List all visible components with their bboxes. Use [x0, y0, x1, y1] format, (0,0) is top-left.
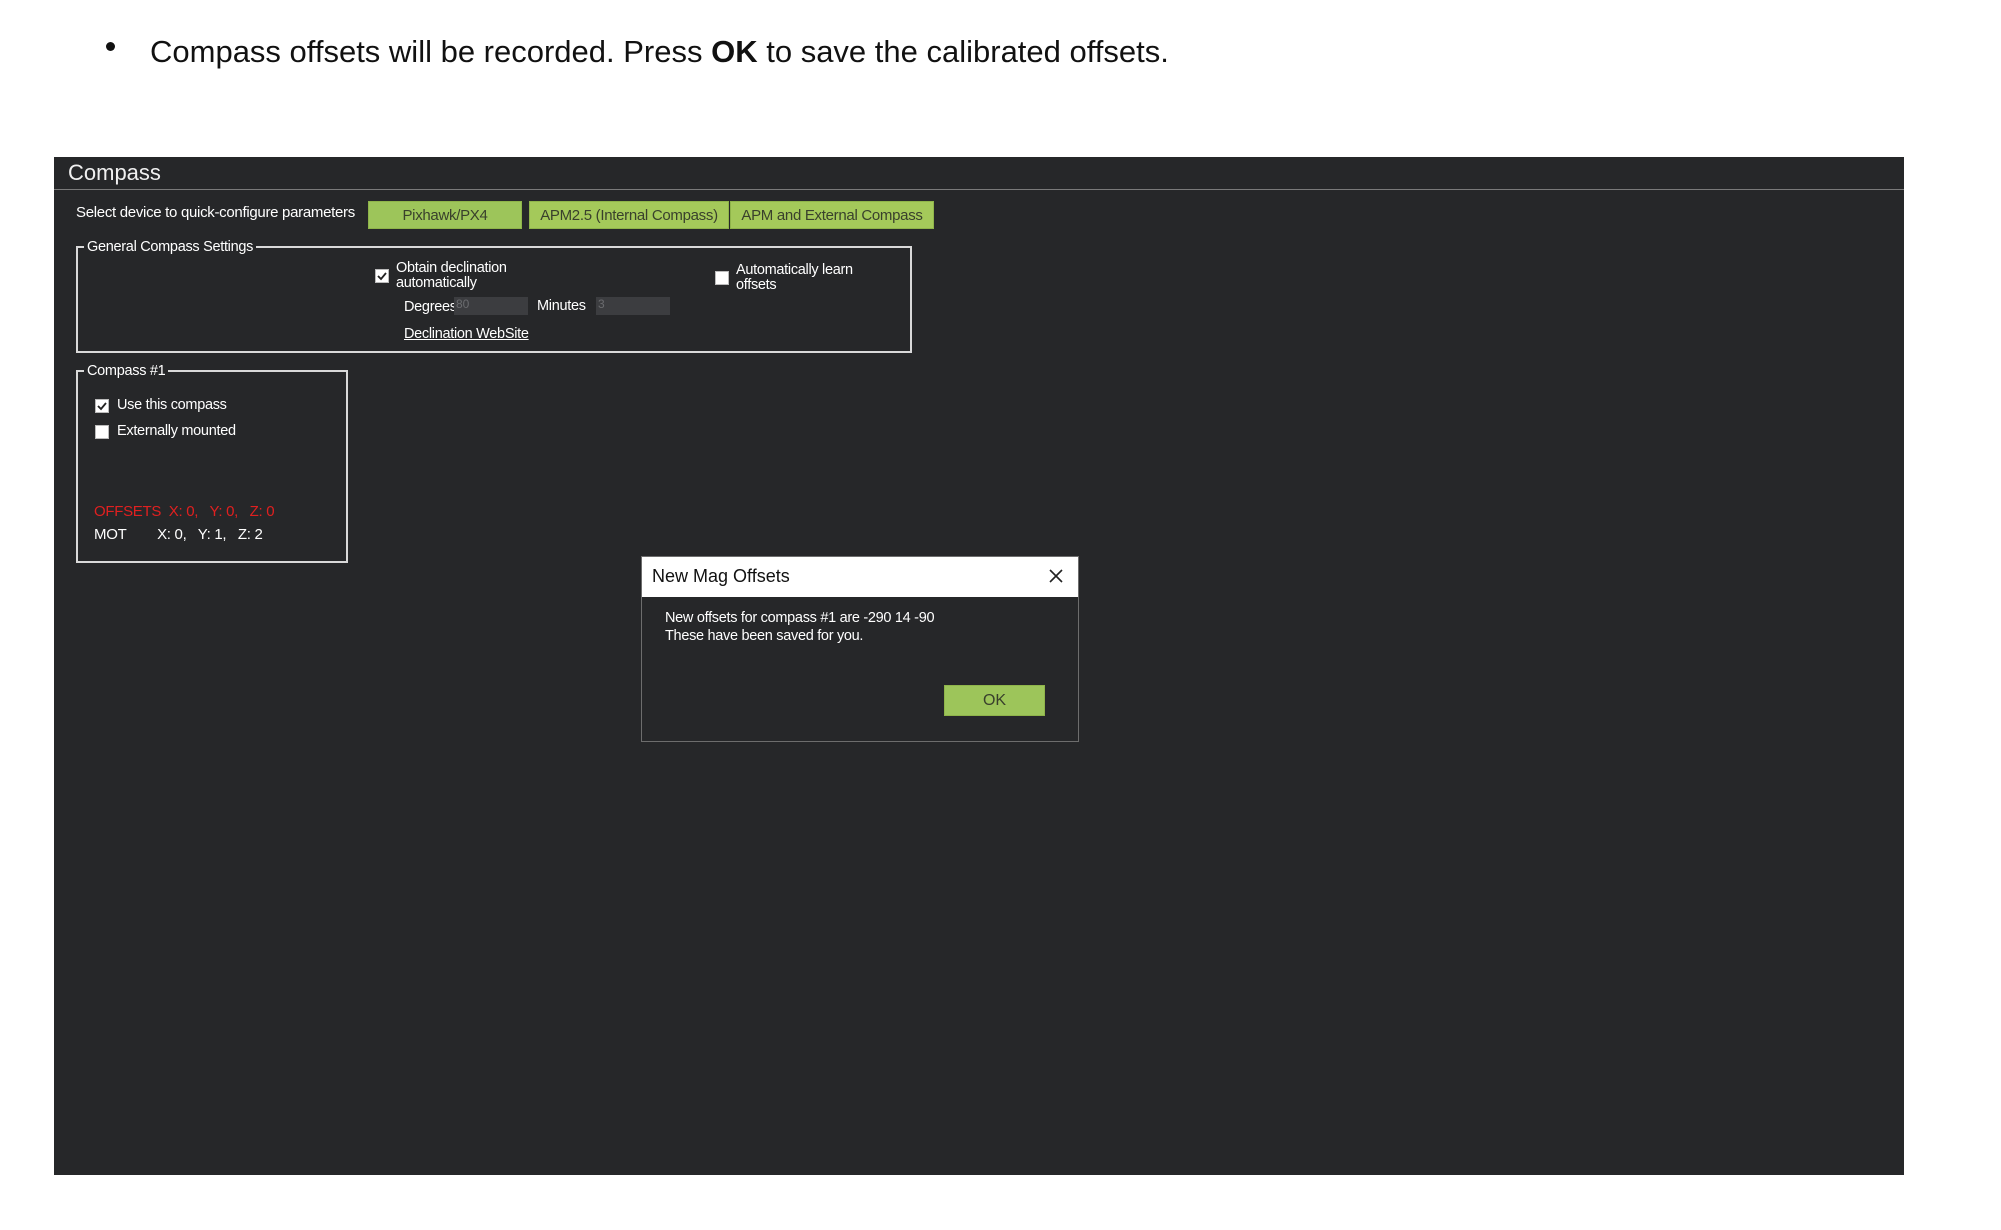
dialog-message-line1: New offsets for compass #1 are -290 14 -… — [665, 610, 935, 626]
mot-readout: MOT X: 0, Y: 1, Z: 2 — [94, 526, 263, 543]
use-this-compass-checkbox[interactable] — [95, 399, 109, 413]
minutes-field[interactable]: 3 — [596, 297, 670, 315]
close-icon[interactable] — [1046, 566, 1066, 586]
externally-mounted-label: Externally mounted — [117, 423, 236, 439]
obtain-declination-checkbox[interactable] — [375, 269, 389, 283]
degrees-field[interactable]: 80 — [454, 297, 528, 315]
title-divider — [54, 189, 1904, 190]
offsets-readout: OFFSETS X: 0, Y: 0, Z: 0 — [94, 503, 275, 520]
instruction-text: Compass offsets will be recorded. Press … — [150, 34, 1169, 69]
auto-learn-offsets-label: Automatically learn offsets — [736, 262, 853, 293]
apm25-internal-compass-button[interactable]: APM2.5 (Internal Compass) — [529, 201, 729, 229]
quick-config-label: Select device to quick-configure paramet… — [76, 204, 355, 221]
compass1-legend: Compass #1 — [87, 363, 166, 379]
panel-title: Compass — [68, 160, 161, 185]
dialog-message-line2: These have been saved for you. — [665, 628, 864, 644]
declination-website-link[interactable]: Declination WebSite — [404, 327, 529, 342]
dialog-title: New Mag Offsets — [652, 566, 790, 586]
dialog-message: New offsets for compass #1 are -290 14 -… — [665, 609, 935, 645]
minutes-label: Minutes — [537, 298, 586, 314]
degrees-label: Degrees — [404, 299, 457, 315]
use-this-compass-label: Use this compass — [117, 397, 227, 413]
checkmark-icon — [377, 272, 387, 281]
pixhawk-px4-button[interactable]: Pixhawk/PX4 — [368, 201, 522, 229]
auto-learn-offsets-checkbox[interactable] — [715, 271, 729, 285]
new-mag-offsets-dialog: New Mag Offsets New offsets for compass … — [641, 556, 1079, 742]
obtain-declination-label: Obtain declination automatically — [396, 260, 507, 291]
bullet-dot — [106, 41, 115, 51]
ok-button[interactable]: OK — [944, 685, 1045, 716]
dialog-titlebar: New Mag Offsets — [642, 557, 1078, 597]
externally-mounted-checkbox[interactable] — [95, 425, 109, 439]
instruction-bold-ok: OK — [711, 34, 758, 69]
apm-external-compass-button[interactable]: APM and External Compass — [730, 201, 934, 229]
general-settings-legend: General Compass Settings — [87, 239, 254, 255]
instruction-bullet: Compass offsets will be recorded. Press … — [106, 34, 1169, 70]
checkmark-icon — [97, 402, 107, 411]
